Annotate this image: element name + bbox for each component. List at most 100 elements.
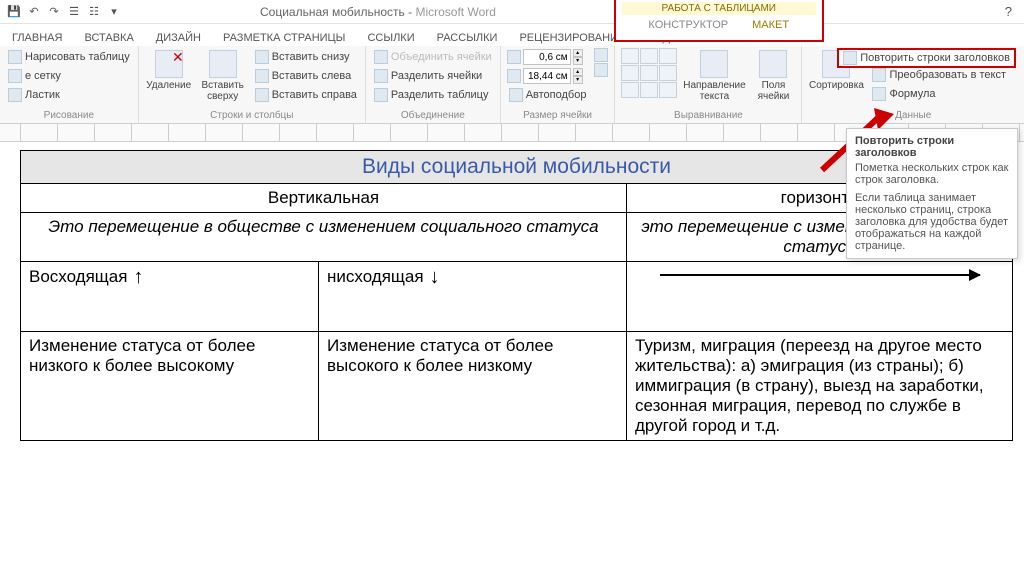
tab-home[interactable]: ГЛАВНАЯ <box>8 30 66 46</box>
align-bot-center[interactable] <box>640 82 658 98</box>
spin-up-icon[interactable]: ▴ <box>573 49 583 57</box>
align-bot-left[interactable] <box>621 82 639 98</box>
tooltip-para-2: Если таблица занимает несколько страниц,… <box>855 192 1009 252</box>
insert-above-icon <box>209 50 237 78</box>
group-alignment: Направление текста Поля ячейки Выравнива… <box>615 46 802 123</box>
repeat-header-rows-button[interactable]: Повторить строки заголовков <box>837 48 1016 68</box>
group-data-label: Данные <box>808 108 1018 123</box>
tab-table-layout[interactable]: МАКЕТ <box>752 19 789 31</box>
header-vertical[interactable]: Вертикальная <box>21 184 627 213</box>
cell-c3[interactable]: Туризм, миграция (переезд на другое мест… <box>627 332 1013 441</box>
align-top-left[interactable] <box>621 48 639 64</box>
column-width-spinner[interactable]: ▴▾ <box>507 67 589 85</box>
group-rowscols-label: Строки и столбцы <box>145 108 359 123</box>
insert-left-button[interactable]: Вставить слева <box>253 67 359 85</box>
cell-margins-button[interactable]: Поля ячейки <box>751 48 795 102</box>
tab-design[interactable]: ДИЗАЙН <box>152 30 205 46</box>
text-direction-label: Направление текста <box>683 80 745 102</box>
tab-table-design[interactable]: КОНСТРУКТОР <box>648 19 728 31</box>
formula-label: Формула <box>889 88 935 100</box>
repeat-header-icon <box>843 51 857 65</box>
group-draw: Нарисовать таблицу е сетку Ластик Рисова… <box>0 46 139 123</box>
row-height-input[interactable] <box>523 49 571 65</box>
delete-icon: ✕ <box>155 50 183 78</box>
align-top-right[interactable] <box>659 48 677 64</box>
row-height-spinner[interactable]: ▴▾ <box>507 48 589 66</box>
help-icon[interactable]: ? <box>1005 4 1012 19</box>
text-direction-icon <box>700 50 728 78</box>
align-top-center[interactable] <box>640 48 658 64</box>
cell-margins-label: Поля ячейки <box>751 80 795 102</box>
merge-cells-label: Объединить ячейки <box>391 51 492 63</box>
distribute-rows-icon[interactable] <box>594 48 608 62</box>
grid-label: е сетку <box>25 70 61 82</box>
formula-button[interactable]: Формула <box>870 85 1008 103</box>
draw-table-button[interactable]: Нарисовать таблицу <box>6 48 132 66</box>
tooltip-title: Повторить строки заголовков <box>855 135 1009 159</box>
customize-qat-icon[interactable]: ▾ <box>106 4 122 20</box>
convert-label: Преобразовать в текст <box>889 69 1006 81</box>
group-cell-size: ▴▾ ▴▾ Автоподбор Размер ячейки <box>501 46 616 123</box>
cell-ascending[interactable]: Восходящая↑ <box>21 262 319 332</box>
column-width-input[interactable] <box>523 68 571 84</box>
insert-right-button[interactable]: Вставить справа <box>253 86 359 104</box>
group-align-label: Выравнивание <box>621 108 795 123</box>
spin-up-icon[interactable]: ▴ <box>573 68 583 76</box>
convert-icon <box>872 68 886 82</box>
split-table-button[interactable]: Разделить таблицу <box>372 86 494 104</box>
insert-above-button[interactable]: Вставить сверху <box>199 48 247 104</box>
redo-icon[interactable]: ↷ <box>46 4 62 20</box>
save-icon[interactable]: 💾 <box>6 4 22 20</box>
eraser-button[interactable]: Ластик <box>6 86 132 104</box>
group-merge-label: Объединение <box>372 108 494 123</box>
view-gridlines-button[interactable]: е сетку <box>6 67 132 85</box>
cell-c1[interactable]: Изменение статуса от более низкого к бол… <box>21 332 319 441</box>
tab-mailings[interactable]: РАССЫЛКИ <box>433 30 502 46</box>
split-cells-label: Разделить ячейки <box>391 70 482 82</box>
app-name: Microsoft Word <box>415 5 495 19</box>
eraser-label: Ластик <box>25 89 60 101</box>
cell-c2[interactable]: Изменение статуса от более высокого к бо… <box>319 332 627 441</box>
split-cells-icon <box>374 69 388 83</box>
spin-down-icon[interactable]: ▾ <box>573 57 583 65</box>
cell-descending[interactable]: нисходящая↓ <box>319 262 627 332</box>
arrow-up-icon: ↑ <box>133 266 143 289</box>
undo-icon[interactable]: ↶ <box>26 4 42 20</box>
insert-right-label: Вставить справа <box>272 89 357 101</box>
merge-cells-button[interactable]: Объединить ячейки <box>372 48 494 66</box>
delete-button[interactable]: ✕ Удаление <box>145 48 193 104</box>
align-mid-center[interactable] <box>640 65 658 81</box>
group-data: Сортировка Преобразовать в текст Формула… <box>802 46 1024 123</box>
autofit-button[interactable]: Автоподбор <box>507 86 589 104</box>
insert-below-button[interactable]: Вставить снизу <box>253 48 359 66</box>
ribbon: Нарисовать таблицу е сетку Ластик Рисова… <box>0 46 1024 124</box>
insert-left-label: Вставить слева <box>272 70 352 82</box>
cell-margins-icon <box>759 50 787 78</box>
numbering-icon[interactable]: ☷ <box>86 4 102 20</box>
align-mid-right[interactable] <box>659 65 677 81</box>
desc-vertical[interactable]: Это перемещение в обществе с изменением … <box>21 213 627 262</box>
formula-icon <box>872 87 886 101</box>
tab-review[interactable]: РЕЦЕНЗИРОВАНИЕ <box>515 30 629 46</box>
group-draw-label: Рисование <box>6 108 132 123</box>
align-mid-left[interactable] <box>621 65 639 81</box>
align-bot-right[interactable] <box>659 82 677 98</box>
tab-references[interactable]: ССЫЛКИ <box>363 30 418 46</box>
distribute-cols-icon[interactable] <box>594 63 608 77</box>
cell-horizontal-arrow[interactable] <box>627 262 1013 332</box>
group-rows-columns: ✕ Удаление Вставить сверху Вставить сниз… <box>139 46 366 123</box>
split-cells-button[interactable]: Разделить ячейки <box>372 67 494 85</box>
spin-down-icon[interactable]: ▾ <box>573 76 583 84</box>
tab-page-layout[interactable]: РАЗМЕТКА СТРАНИЦЫ <box>219 30 349 46</box>
insert-below-icon <box>255 50 269 64</box>
draw-table-icon <box>8 50 22 64</box>
bullets-icon[interactable]: ☰ <box>66 4 82 20</box>
convert-to-text-button[interactable]: Преобразовать в текст <box>870 66 1008 84</box>
autofit-icon <box>509 88 523 102</box>
tooltip-repeat-header: Повторить строки заголовков Пометка неск… <box>846 128 1018 259</box>
delete-label: Удаление <box>146 80 191 91</box>
sort-label: Сортировка <box>809 80 864 91</box>
tab-insert[interactable]: ВСТАВКА <box>80 30 137 46</box>
text-direction-button[interactable]: Направление текста <box>683 48 745 102</box>
ribbon-tabs: ГЛАВНАЯ ВСТАВКА ДИЗАЙН РАЗМЕТКА СТРАНИЦЫ… <box>0 24 1024 46</box>
